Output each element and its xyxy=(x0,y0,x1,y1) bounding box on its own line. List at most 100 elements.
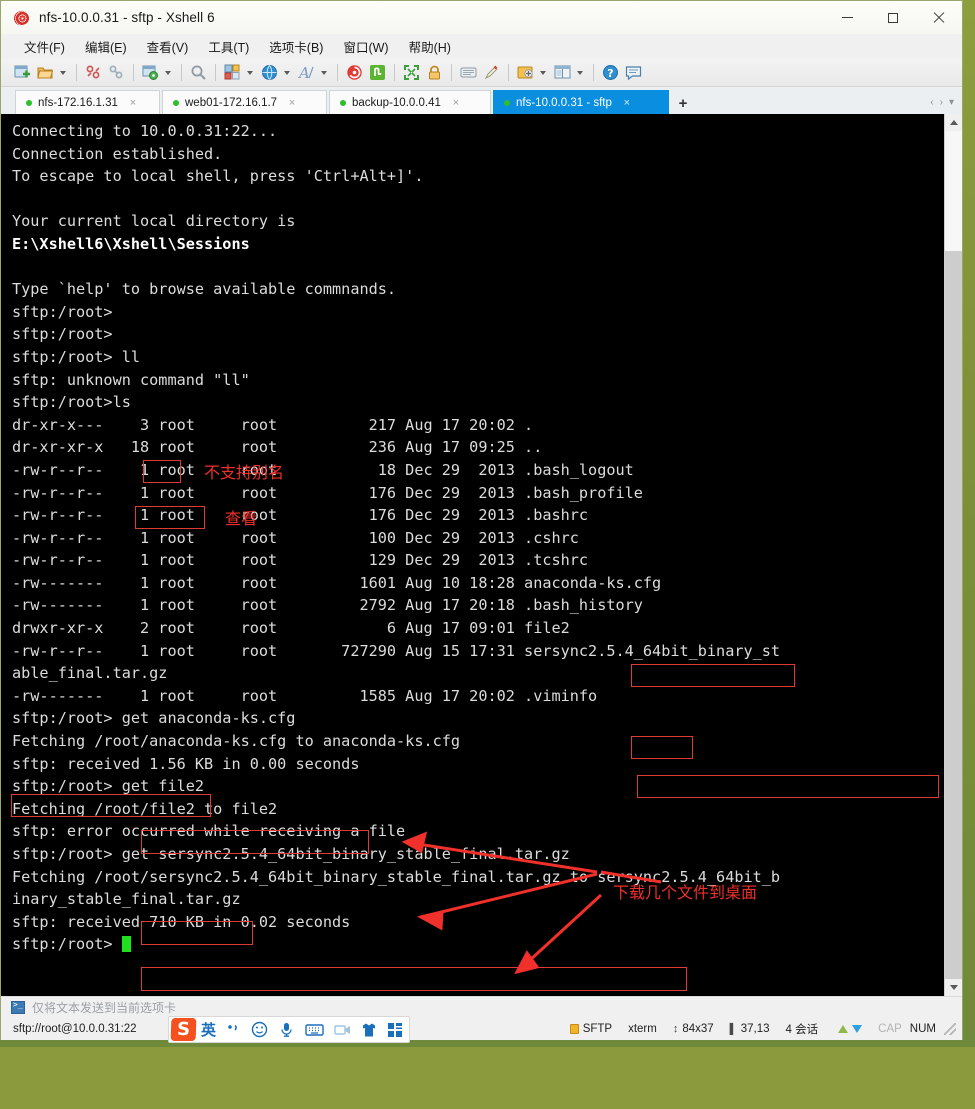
terminal-line: sftp:/root> ll xyxy=(12,347,141,366)
font-icon[interactable]: A xyxy=(295,62,317,84)
xftp-icon[interactable] xyxy=(343,62,365,84)
menu-view[interactable]: 查看(V) xyxy=(138,34,198,59)
tab-label: web01-172.16.1.7 xyxy=(185,96,278,109)
caret-down-icon[interactable] xyxy=(574,62,585,84)
caret-down-icon[interactable] xyxy=(162,62,173,84)
menubar: 文件(F) 编辑(E) 查看(V) 工具(T) 选项卡(B) 窗口(W) 帮助(… xyxy=(1,34,962,59)
skin-icon[interactable] xyxy=(361,1022,377,1038)
compose-icon[interactable] xyxy=(457,62,479,84)
window-controls xyxy=(824,1,962,34)
status-terminal-size[interactable]: ↕ 84x37 xyxy=(673,1023,714,1035)
terminal-prompt-line[interactable]: sftp:/root> xyxy=(12,933,944,956)
terminal-scrollbar[interactable] xyxy=(944,114,962,996)
tab-navigation: ‹ › ▾ xyxy=(924,90,962,114)
lock-icon xyxy=(569,1024,579,1034)
lang-english-icon[interactable]: 英 xyxy=(201,1019,216,1040)
pinyin-icon[interactable] xyxy=(226,1022,241,1037)
sogou-ime-toolbar[interactable]: S 英 xyxy=(168,1016,410,1043)
menu-help[interactable]: 帮助(H) xyxy=(400,34,460,59)
terminal-line: -rw-r--r-- 1 root root 176 Dec 29 2013 .… xyxy=(12,483,643,502)
caret-down-icon[interactable] xyxy=(537,62,548,84)
menu-window[interactable]: 窗口(W) xyxy=(334,34,397,59)
toolbox-icon[interactable] xyxy=(387,1022,403,1038)
menu-file[interactable]: 文件(F) xyxy=(15,34,74,59)
terminal-prompt: sftp:/root> xyxy=(12,935,122,954)
scrollbar-thumb[interactable] xyxy=(945,131,962,251)
scroll-up-icon[interactable] xyxy=(945,114,962,131)
scroll-down-icon[interactable] xyxy=(945,979,962,996)
new-session-icon[interactable] xyxy=(11,62,33,84)
scrollbar-track[interactable] xyxy=(945,131,962,979)
tab-close-icon[interactable]: × xyxy=(450,97,462,109)
highlight-icon[interactable] xyxy=(480,62,502,84)
session-tab-nfs-10-0-0-31-sftp[interactable]: nfs-10.0.0.31 - sftp × xyxy=(493,90,669,114)
connection-status-dot xyxy=(504,99,510,106)
status-protocol[interactable]: SFTP xyxy=(569,1023,612,1035)
close-button[interactable] xyxy=(916,1,962,34)
resize-grip-icon[interactable] xyxy=(944,1023,956,1035)
minimize-button[interactable] xyxy=(824,1,870,34)
tab-next-icon[interactable]: › xyxy=(940,97,943,108)
tab-close-icon[interactable]: × xyxy=(621,97,633,109)
tab-close-icon[interactable]: × xyxy=(286,97,298,109)
session-tab-web01-172-16-1-7[interactable]: web01-172.16.1.7 × xyxy=(162,90,327,114)
maximize-button[interactable] xyxy=(870,1,916,34)
voice-icon[interactable] xyxy=(278,1021,295,1038)
menu-edit[interactable]: 编辑(E) xyxy=(76,34,136,59)
terminal-line: sftp:/root> xyxy=(12,325,113,344)
search-icon[interactable] xyxy=(187,62,209,84)
disconnect-icon[interactable] xyxy=(82,62,104,84)
toolbar-separator xyxy=(394,64,395,81)
new-tab-button[interactable]: + xyxy=(674,92,692,114)
caret-down-icon[interactable] xyxy=(57,62,68,84)
terminal-output[interactable]: Connecting to 10.0.0.31:22... Connection … xyxy=(1,114,944,996)
arrow-down-icon xyxy=(852,1025,863,1033)
terminal-line: dr-xr-xr-x 18 root root 236 Aug 17 09:25… xyxy=(12,438,543,457)
status-num-lock: NUM xyxy=(909,1023,936,1035)
globe-icon[interactable] xyxy=(258,62,280,84)
layout-icon[interactable] xyxy=(221,62,243,84)
feedback-icon[interactable] xyxy=(622,62,644,84)
status-cursor-position[interactable]: ▌ 37,13 xyxy=(730,1023,770,1035)
properties-icon[interactable] xyxy=(139,62,161,84)
session-tab-backup-10-0-0-41[interactable]: backup-10.0.0.41 × xyxy=(329,90,491,114)
menu-tools[interactable]: 工具(T) xyxy=(199,34,258,59)
caret-down-icon[interactable] xyxy=(281,62,292,84)
arrow-up-icon xyxy=(838,1025,849,1033)
toolbar-separator xyxy=(133,64,134,81)
scrollbar-lower-track[interactable] xyxy=(945,251,962,979)
svg-text:A: A xyxy=(298,64,310,81)
caret-down-icon[interactable] xyxy=(244,62,255,84)
tab-list-icon[interactable]: ▾ xyxy=(949,97,954,108)
sogou-logo-icon[interactable]: S xyxy=(170,1018,197,1041)
lock-icon[interactable] xyxy=(423,62,445,84)
status-terminal-type[interactable]: xterm xyxy=(628,1023,657,1035)
screenshot-icon[interactable] xyxy=(334,1022,351,1037)
terminal-line: Connecting to 10.0.0.31:22... xyxy=(12,122,278,140)
toolbar-separator xyxy=(593,64,594,81)
keyboard-icon[interactable] xyxy=(305,1022,324,1037)
emoji-icon[interactable] xyxy=(251,1021,268,1038)
xagent-icon[interactable] xyxy=(366,62,388,84)
transfer-icon[interactable] xyxy=(514,62,536,84)
status-right-group: SFTP xterm ↕ 84x37 ▌ 37,13 4 会话 CAP NUM xyxy=(554,1021,962,1037)
split-view-icon[interactable] xyxy=(551,62,573,84)
tab-prev-icon[interactable]: ‹ xyxy=(930,97,933,108)
terminal-line: -rw-r--r-- 1 root root 100 Dec 29 2013 .… xyxy=(12,528,579,547)
open-folder-icon[interactable] xyxy=(34,62,56,84)
tab-close-icon[interactable]: × xyxy=(127,97,139,109)
terminal-line: inary_stable_final.tar.gz xyxy=(12,890,241,909)
caret-down-icon[interactable] xyxy=(318,62,329,84)
menu-tabs[interactable]: 选项卡(B) xyxy=(260,34,332,59)
reconnect-icon[interactable] xyxy=(105,62,127,84)
fullscreen-icon[interactable] xyxy=(400,62,422,84)
terminal-line: Your current local directory is xyxy=(12,212,296,231)
send-to-tab-bar[interactable]: 仅将文本发送到当前选项卡 xyxy=(1,996,962,1018)
terminal-line: sftp:/root>ls xyxy=(12,393,131,412)
terminal-line: -rw------- 1 root root 2792 Aug 17 20:18… xyxy=(12,596,643,615)
status-session-count[interactable]: 4 会话 xyxy=(786,1021,819,1037)
session-tab-nfs-172-16-1-31[interactable]: nfs-172.16.1.31 × xyxy=(15,90,160,114)
statusbar: sftp://root@10.0.0.31:22 SFTP xterm ↕ 84x… xyxy=(1,1018,962,1040)
help-icon[interactable]: ? xyxy=(599,62,621,84)
